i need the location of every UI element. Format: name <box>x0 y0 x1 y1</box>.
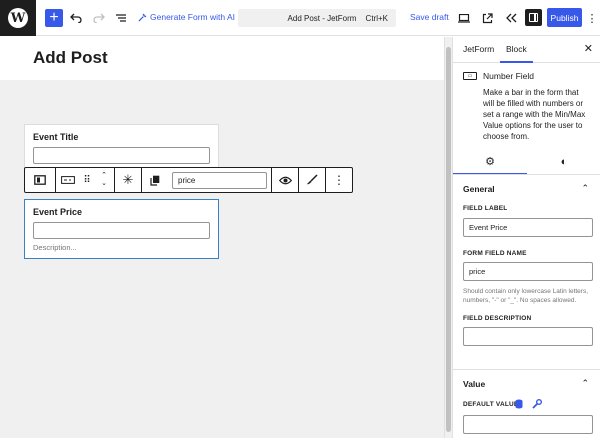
options-menu-button[interactable]: ⋮ <box>586 9 598 27</box>
chevron-up-icon: ⌃ <box>581 378 589 388</box>
editor-canvas[interactable]: Add Post Event Title Event Price Descrip… <box>0 37 444 438</box>
event-price-block[interactable]: Event Price Description... <box>24 199 219 259</box>
field-description: Description... <box>33 243 77 252</box>
chevron-up-icon[interactable]: ⌃ <box>101 172 107 180</box>
save-draft-button[interactable]: Save draft <box>410 12 449 22</box>
block-type-group: ⠿ ⌃ ⌄ <box>56 168 115 192</box>
tab-block[interactable]: Block <box>500 44 533 63</box>
block-name: Number Field <box>483 71 535 81</box>
field-name-group: price <box>142 168 272 192</box>
general-panel-header[interactable]: General ⌃ <box>453 174 600 202</box>
select-parent-button[interactable] <box>25 168 55 192</box>
settings-sidebar: JetForm Block ✕ ▭ Number Field Make a ba… <box>452 37 600 438</box>
value-panel-title: Value <box>463 379 486 389</box>
tab-settings[interactable]: ⚙ <box>453 149 527 175</box>
tab-jetform[interactable]: JetForm <box>463 44 494 54</box>
wrench-icon[interactable] <box>532 399 542 411</box>
default-value-label: DEFAULT VALUE <box>463 401 519 408</box>
preview-button[interactable] <box>456 9 472 27</box>
number-field-icon <box>61 176 75 184</box>
more-vertical-icon: ⋮ <box>333 173 345 187</box>
close-icon: ✕ <box>583 43 593 55</box>
shortcut-hint: Ctrl+K <box>365 13 388 23</box>
publish-button[interactable]: Publish <box>547 8 582 27</box>
number-field-icon: ▭ <box>463 72 477 80</box>
gear-icon: ⚙ <box>485 155 495 168</box>
chevron-up-icon: ⌃ <box>581 183 589 193</box>
field-description-input[interactable] <box>463 327 593 346</box>
form-field-name-help: Should contain only lowercase Latin lett… <box>463 288 589 304</box>
copy-icon <box>150 175 160 186</box>
wordpress-logo-button[interactable]: W <box>0 0 36 36</box>
block-settings-tabs: ⚙ ◐ <box>453 149 600 175</box>
tab-styles[interactable]: ◐ <box>527 149 600 175</box>
contrast-icon: ◐ <box>560 156 568 168</box>
event-title-input[interactable] <box>33 147 210 164</box>
chevron-down-icon[interactable]: ⌄ <box>101 180 107 188</box>
visibility-group <box>272 168 299 192</box>
block-card: ▭ Number Field Make a bar in the form th… <box>463 71 590 142</box>
eye-icon <box>278 176 292 184</box>
required-toggle-button[interactable]: ✳ <box>115 168 141 192</box>
field-label-label: FIELD LABEL <box>463 205 508 212</box>
drag-handle[interactable]: ⠿ <box>80 168 94 192</box>
post-title[interactable]: Add Post <box>33 48 108 68</box>
undo-button[interactable] <box>68 9 84 27</box>
generate-form-ai-button[interactable]: Generate Form with AI <box>138 12 235 22</box>
command-palette-bar[interactable]: Add Post - JetForm Ctrl+K <box>238 9 396 27</box>
editor-top-toolbar: W + Generate Form with AI Add Post - Jet… <box>0 0 600 36</box>
default-value-input[interactable] <box>463 415 593 434</box>
more-options-group: ⋮ <box>326 168 352 192</box>
redo-icon <box>93 13 105 23</box>
sidebar-tabs: JetForm Block ✕ <box>453 37 600 63</box>
database-icon[interactable] <box>515 399 523 411</box>
drag-handle-icon: ⠿ <box>83 174 91 186</box>
copy-name-button[interactable] <box>142 168 168 192</box>
external-link-icon <box>482 12 493 23</box>
value-panel-header[interactable]: Value ⌃ <box>453 369 600 397</box>
chevron-double-left-icon <box>505 13 516 23</box>
field-label-input[interactable]: Event Price <box>463 218 593 237</box>
magic-wand-icon <box>138 13 147 22</box>
collapse-button[interactable] <box>503 9 519 27</box>
general-panel-title: General <box>463 184 495 194</box>
sidebar-icon <box>529 13 538 22</box>
document-title: Add Post - JetForm <box>287 13 357 23</box>
visibility-button[interactable] <box>272 168 298 192</box>
settings-sidebar-toggle[interactable] <box>525 9 542 26</box>
form-field-name-input[interactable]: price <box>463 262 593 281</box>
parent-block-icon <box>34 175 46 185</box>
form-field-name-label: FORM FIELD NAME <box>463 250 527 257</box>
style-group <box>299 168 326 192</box>
more-vertical-icon: ⋮ <box>586 12 598 25</box>
redo-button[interactable] <box>91 9 107 27</box>
brush-icon <box>307 174 318 185</box>
close-sidebar-button[interactable]: ✕ <box>584 42 593 55</box>
list-view-icon <box>116 14 126 22</box>
event-title-label: Event Title <box>33 132 79 142</box>
block-inserter-button[interactable]: + <box>45 9 63 27</box>
block-options-button[interactable]: ⋮ <box>326 168 352 192</box>
undo-icon <box>70 13 82 23</box>
move-block-buttons[interactable]: ⌃ ⌄ <box>94 168 114 192</box>
parent-selector-group <box>25 168 56 192</box>
field-description-label: FIELD DESCRIPTION <box>463 315 532 322</box>
desktop-icon <box>458 13 470 23</box>
view-post-button[interactable] <box>479 9 495 27</box>
toolbar-field-name-input[interactable]: price <box>172 171 267 189</box>
block-description: Make a bar in the form that will be fill… <box>483 88 586 141</box>
required-group: ✳ <box>115 168 142 192</box>
document-overview-button[interactable] <box>113 9 129 27</box>
scrollbar-thumb[interactable] <box>446 47 451 432</box>
title-area: Add Post <box>0 37 444 80</box>
block-toolbar: ⠿ ⌃ ⌄ ✳ price ⋮ <box>24 167 353 193</box>
event-price-label: Event Price <box>33 207 83 217</box>
canvas-scrollbar[interactable] <box>444 37 452 438</box>
wordpress-icon: W <box>8 8 28 28</box>
style-button[interactable] <box>299 168 325 192</box>
event-price-input[interactable] <box>33 222 210 239</box>
generate-form-label: Generate Form with AI <box>150 12 236 22</box>
block-type-button[interactable] <box>56 168 80 192</box>
asterisk-icon: ✳ <box>122 172 134 187</box>
